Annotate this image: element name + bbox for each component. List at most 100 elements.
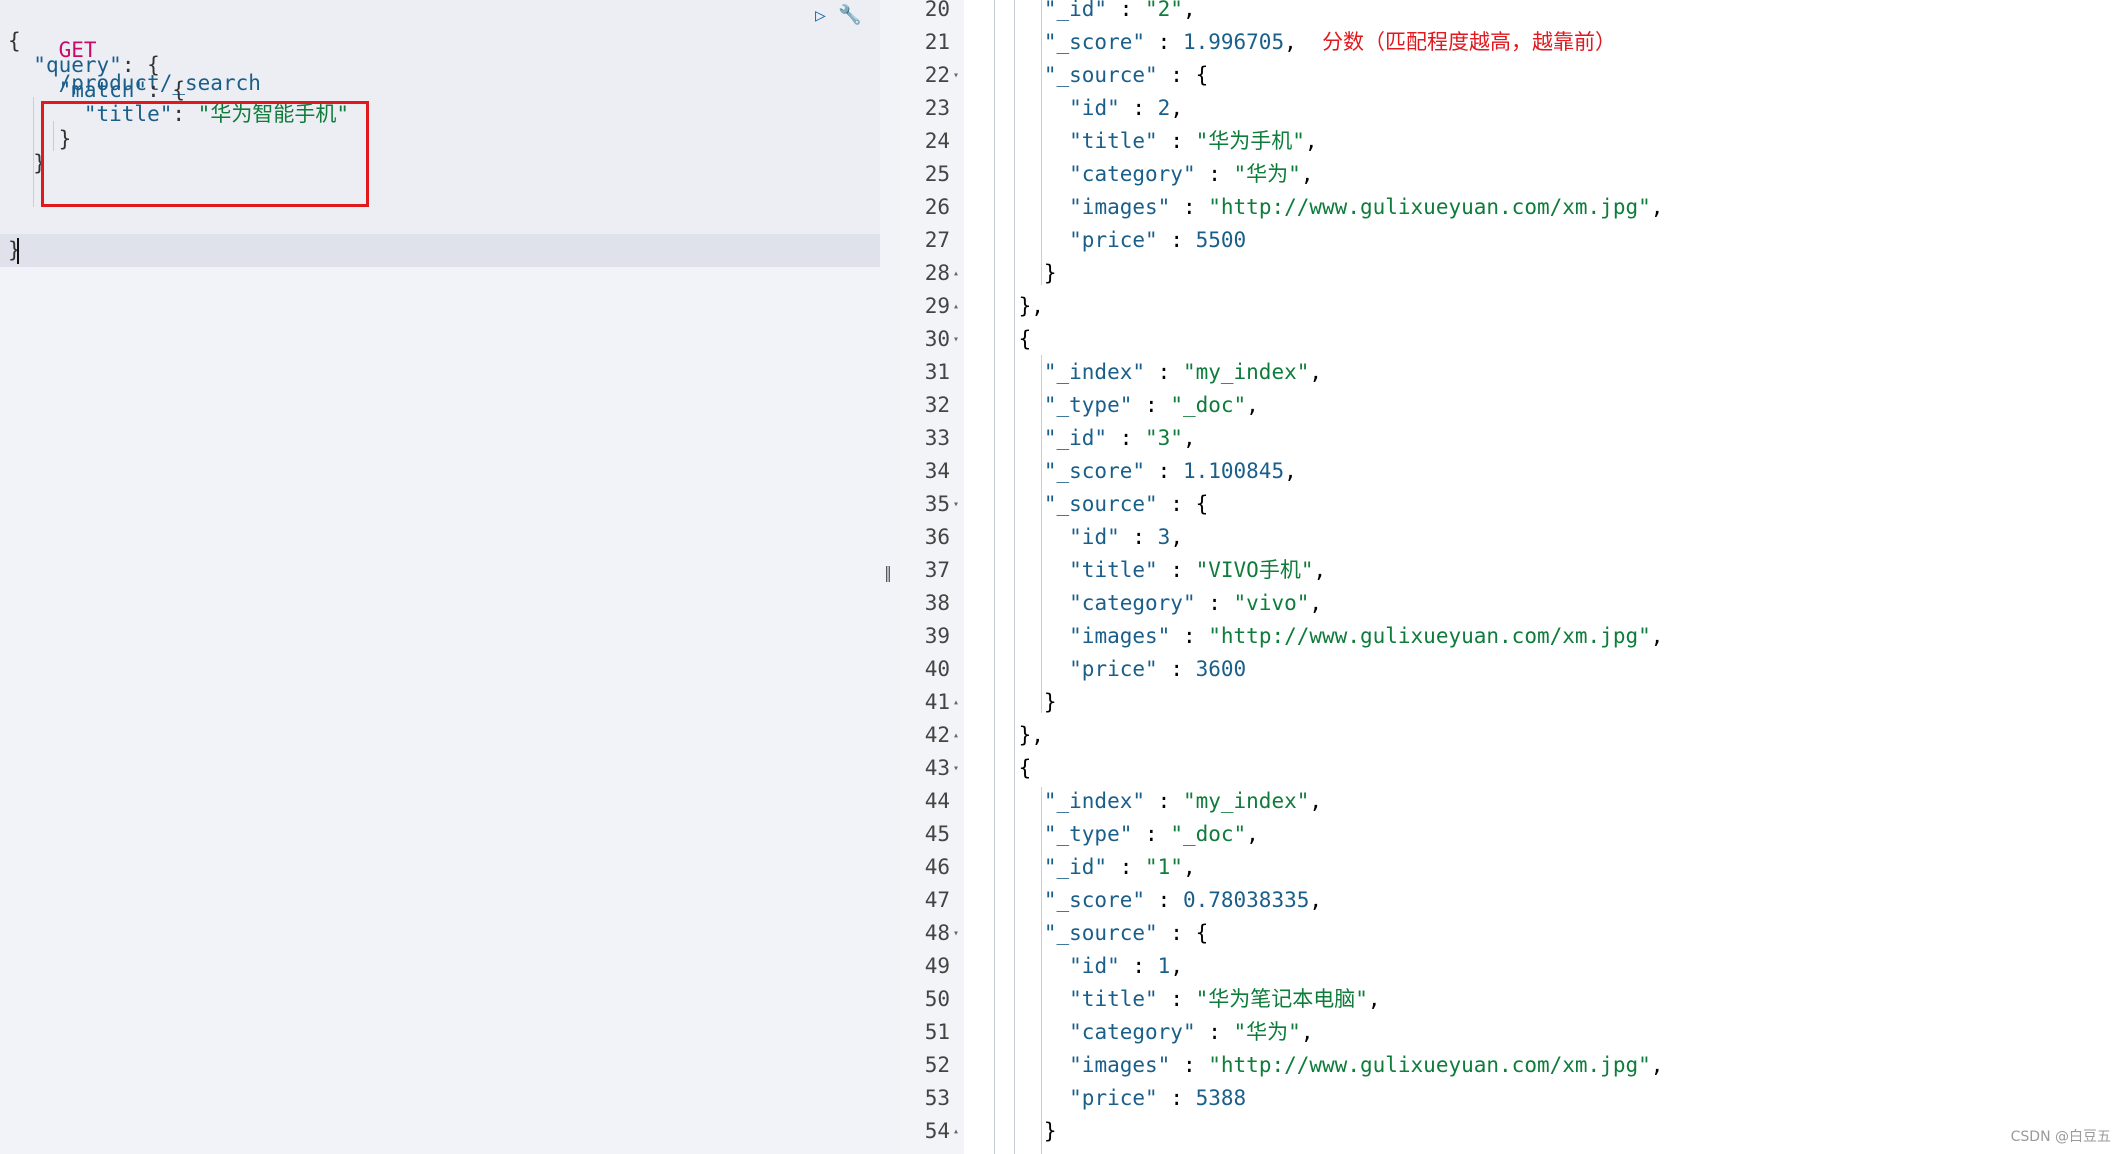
line-number: 26 [924,195,950,219]
line-number: 48 [924,921,950,945]
response-code: "_score" : 0.78038335, [1043,888,1323,912]
line-number: 33 [924,426,950,450]
line-number: 37 [924,558,950,582]
line-number: 53 [924,1086,950,1110]
line-number: 54 [924,1119,950,1143]
line-number: 38 [924,591,950,615]
response-line: "id" : 1, [968,950,1183,983]
response-code: { [968,327,1032,351]
request-editor-panel[interactable]: GET /product/_search { "query": { "match… [0,0,880,1154]
response-code: "title" : "华为笔记本电脑", [1069,987,1381,1011]
wrench-icon[interactable]: 🔧 [838,4,862,26]
response-line: } [968,257,1057,290]
text-cursor [17,238,19,264]
fold-expand-icon[interactable]: ▴ [953,686,959,719]
line-number: 35 [924,492,950,516]
response-code: "id" : 3, [1069,525,1183,549]
line-number: 23 [924,96,950,120]
line-number: 45 [924,822,950,846]
response-line: "title" : "华为笔记本电脑", [968,983,1381,1016]
line-number: 29 [924,294,950,318]
play-icon[interactable]: ▷ [815,5,835,27]
fold-expand-icon[interactable]: ▴ [953,719,959,752]
fold-expand-icon[interactable]: ▴ [953,290,959,323]
response-code: } [968,261,1057,285]
response-code: "images" : "http://www.gulixueyuan.com/x… [1069,624,1664,648]
response-line: "price" : 5500 [968,224,1246,257]
line-number: 47 [924,888,950,912]
line-number: 42 [924,723,950,747]
response-code: "_score" : 1.100845, [1043,459,1297,483]
fold-expand-icon[interactable]: ▴ [953,1115,959,1148]
request-line-1[interactable]: GET /product/_search [8,1,261,95]
indent-guide [33,97,34,207]
response-code: "title" : "VIVO手机", [1069,558,1327,582]
response-code: }, [968,294,1044,318]
response-line: }, [968,719,1044,752]
response-line: "category" : "华为", [968,158,1313,191]
response-line: "title" : "VIVO手机", [968,554,1326,587]
response-code: "images" : "http://www.gulixueyuan.com/x… [1069,1053,1664,1077]
line-number: 43 [924,756,950,780]
fold-collapse-icon[interactable]: ▾ [953,917,959,950]
line-number: 39 [924,624,950,648]
line-number: 41 [924,690,950,714]
response-code: "id" : 2, [1069,96,1183,120]
current-line-highlight [0,234,880,267]
response-line: "id" : 2, [968,92,1183,125]
response-line: }, [968,290,1044,323]
response-line: { [968,323,1032,356]
fold-collapse-icon[interactable]: ▾ [953,59,959,92]
response-line: "_id" : "1", [968,851,1196,884]
response-code: "category" : "vivo", [1069,591,1323,615]
response-line: "_score" : 1.996705, 分数（匹配程度越高，越靠前） [968,26,1616,59]
response-line: "_source" : { [968,59,1208,92]
response-code: "category" : "华为", [1069,162,1314,186]
response-line: } [968,686,1057,719]
line-number: 49 [924,954,950,978]
response-line: "images" : "http://www.gulixueyuan.com/x… [968,620,1663,653]
response-code: "_id" : "2", [1043,0,1196,21]
line-number: 20 [924,0,950,21]
response-code: "_source" : { [1043,63,1209,87]
response-line: "_id" : "2", [968,0,1196,26]
response-line: "_source" : { [968,488,1208,521]
fold-expand-icon[interactable]: ▴ [953,257,959,290]
fold-collapse-icon[interactable]: ▾ [953,323,959,356]
line-number: 44 [924,789,950,813]
fold-collapse-icon[interactable]: ▾ [953,488,959,521]
line-number: 25 [924,162,950,186]
watermark: CSDN @白豆五 [2010,1129,2111,1145]
indent-guide [1014,0,1015,1154]
response-code: "_index" : "my_index", [1043,360,1323,384]
response-line: "_source" : { [968,917,1208,950]
splitter-handle-icon[interactable]: ‖ [884,563,892,582]
response-code: "_type" : "_doc", [1043,822,1259,846]
fold-collapse-icon[interactable]: ▾ [953,752,959,785]
response-code: "id" : 1, [1069,954,1183,978]
response-line: "price" : 3600 [968,653,1246,686]
line-number: 34 [924,459,950,483]
response-code: "_score" : 1.996705, [1043,30,1297,54]
response-code: { [968,756,1032,780]
response-line: "category" : "华为", [968,1016,1313,1049]
response-code: "price" : 5388 [1069,1086,1247,1110]
response-line: "_index" : "my_index", [968,356,1322,389]
response-line: "images" : "http://www.gulixueyuan.com/x… [968,191,1663,224]
response-code: "_id" : "3", [1043,426,1196,450]
response-line: "_index" : "my_index", [968,785,1322,818]
response-code: "_id" : "1", [1043,855,1196,879]
response-code: "category" : "华为", [1069,1020,1314,1044]
line-number: 21 [924,30,950,54]
response-line: { [968,752,1032,785]
line-number: 52 [924,1053,950,1077]
line-number: 28 [924,261,950,285]
response-code: "price" : 3600 [1069,657,1247,681]
response-line: "_id" : "3", [968,422,1196,455]
response-line: "_type" : "_doc", [968,389,1259,422]
response-code: "_index" : "my_index", [1043,789,1323,813]
response-code: "price" : 5500 [1069,228,1247,252]
response-code: }, [968,723,1044,747]
line-number: 24 [924,129,950,153]
score-annotation: 分数（匹配程度越高，越靠前） [1322,30,1617,54]
